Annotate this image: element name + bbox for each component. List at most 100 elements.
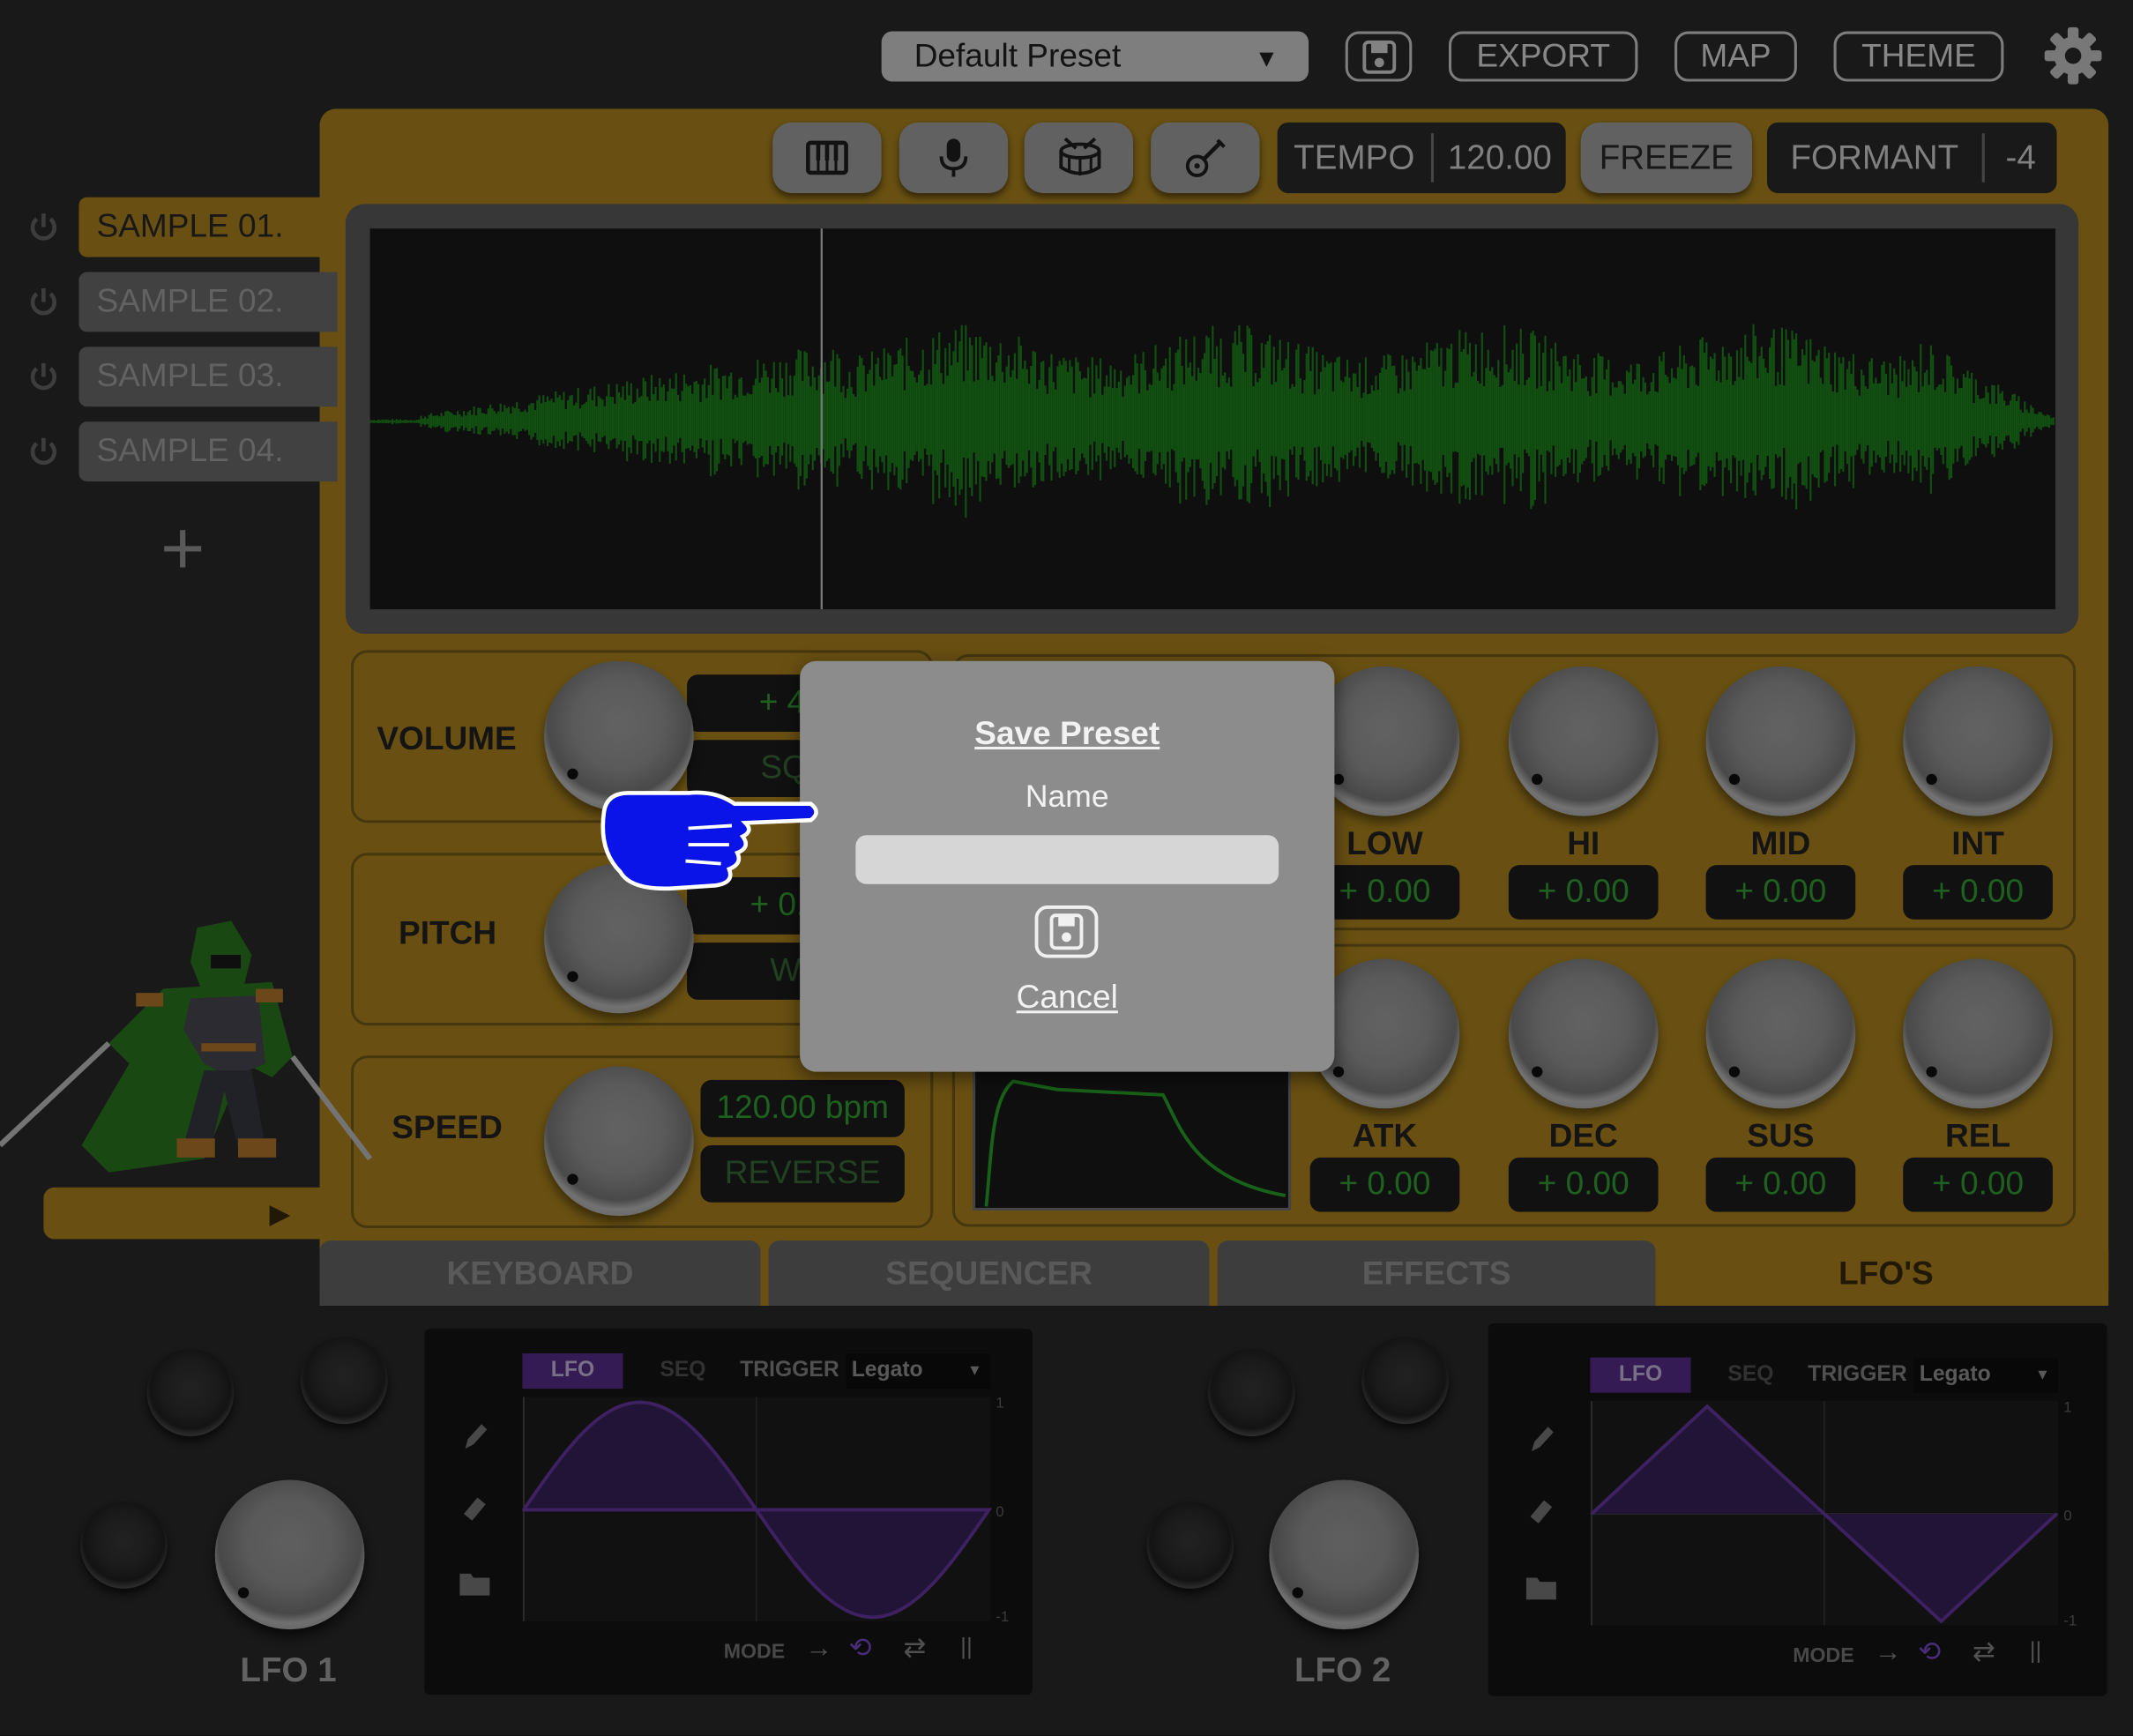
lfo2-mode-label: MODE (1793, 1644, 1854, 1668)
eraser-icon[interactable] (459, 1489, 489, 1524)
env-rel-knob[interactable] (1903, 958, 2053, 1109)
sample-slot[interactable]: SAMPLE 02. (78, 272, 338, 332)
sample-slot[interactable]: SAMPLE 04. (78, 421, 338, 482)
lfo2-axis-bottom: -1 (2063, 1613, 2077, 1629)
power-icon[interactable] (26, 359, 61, 394)
speed-label: SPEED (392, 1109, 503, 1147)
env-dec-knob[interactable] (1508, 958, 1659, 1109)
env-rel-value[interactable]: + 0.00 (1903, 1157, 2053, 1212)
lfo2-tab-lfo[interactable]: LFO (1590, 1357, 1691, 1393)
eq-mid-value[interactable]: + 0.00 (1705, 865, 1856, 920)
lfo1-depth-knob[interactable] (300, 1337, 388, 1425)
add-sample-button[interactable]: + (160, 510, 205, 586)
vocal-mode-button[interactable] (899, 122, 1009, 194)
lfo1-graph[interactable]: 1 0 -1 (522, 1397, 1025, 1628)
preset-name-input[interactable] (855, 835, 1279, 884)
lfo1-panel: LFO SEQ TRIGGER Legato ▼ 1 0 -1 MODE → ⟲… (424, 1329, 1033, 1695)
lfo2-tab-seq[interactable]: SEQ (1710, 1358, 1792, 1393)
loop-mode-icon[interactable]: ⟲ (1918, 1635, 1941, 1669)
guitar-mode-button[interactable] (1151, 122, 1260, 194)
lfo1-phase-knob[interactable] (80, 1501, 168, 1589)
env-rel-label: REL (1945, 1118, 2011, 1155)
dialog-title: Save Preset (974, 715, 1160, 753)
save-button[interactable] (1345, 31, 1413, 82)
cancel-button[interactable]: Cancel (800, 980, 1334, 1017)
oneshot-mode-icon[interactable]: → (1875, 1637, 1902, 1668)
lfo2-rate-knob[interactable] (1207, 1349, 1295, 1437)
lfo2-axis-top: 1 (2063, 1401, 2071, 1415)
volume-label: VOLUME (377, 720, 517, 758)
piano-mode-button[interactable] (772, 122, 882, 194)
power-icon[interactable] (26, 434, 61, 469)
chevron-down-icon: ▼ (2035, 1367, 2050, 1383)
tempo-label: TEMPO (1294, 138, 1415, 177)
eq-hi-knob[interactable] (1508, 666, 1659, 816)
gear-icon[interactable] (2042, 25, 2105, 87)
oneshot-mode-icon[interactable]: → (805, 1634, 832, 1665)
preset-name: Default Preset (914, 38, 1122, 75)
save-preset-button[interactable] (1033, 905, 1099, 959)
env-atk-value[interactable]: + 0.00 (1309, 1157, 1460, 1212)
env-sus-knob[interactable] (1705, 958, 1856, 1109)
map-button[interactable]: MAP (1674, 31, 1797, 82)
lfo1-amount-knob[interactable] (214, 1479, 365, 1630)
env-dec-value[interactable]: + 0.00 (1508, 1157, 1659, 1212)
eq-mid-knob[interactable] (1705, 666, 1856, 816)
speed-knob[interactable] (544, 1066, 694, 1217)
pingpong-mode-icon[interactable]: ⇄ (903, 1631, 926, 1665)
lfo1-title: LFO 1 (240, 1650, 337, 1690)
waveform-path (369, 324, 2055, 518)
preset-dropdown[interactable]: Default Preset ▼ (881, 31, 1309, 82)
eq-hi-value[interactable]: + 0.00 (1508, 865, 1659, 920)
lfo2-trigger-select[interactable]: Legato ▼ (1913, 1357, 2059, 1393)
play-icon[interactable]: ▶ (269, 1197, 290, 1232)
lfo2-trigger-label: TRIGGER (1808, 1362, 1907, 1387)
lfo1-trigger-select[interactable]: Legato ▼ (846, 1352, 991, 1390)
drum-mode-button[interactable] (1024, 122, 1134, 194)
eraser-icon[interactable] (1526, 1492, 1556, 1527)
freeze-button[interactable]: FREEZE (1580, 122, 1752, 194)
waveform-display[interactable] (369, 228, 2056, 610)
eq-hi-label: HI (1567, 825, 1600, 863)
envelope-curve (984, 1079, 1287, 1207)
tempo-box[interactable]: TEMPO 120.00 (1277, 122, 1566, 194)
lfo2-graph[interactable]: 1 0 -1 (1590, 1400, 2100, 1632)
lfo1-axis-mid: 0 (996, 1503, 1003, 1520)
sample-slot[interactable]: SAMPLE 03. (78, 346, 338, 407)
tab-sequencer[interactable]: SEQUENCER (768, 1240, 1210, 1306)
name-label: Name (1025, 778, 1109, 814)
lfo1-rate-knob[interactable] (146, 1349, 235, 1437)
speed-value[interactable]: 120.00 bpm (700, 1079, 905, 1137)
power-icon[interactable] (26, 284, 61, 319)
lfo1-mode-label: MODE (723, 1640, 786, 1664)
folder-icon[interactable] (457, 1568, 492, 1598)
export-button[interactable]: EXPORT (1448, 31, 1638, 82)
pencil-icon[interactable] (459, 1419, 489, 1454)
folder-icon[interactable] (1524, 1572, 1559, 1602)
lfo2-phase-knob[interactable] (1146, 1501, 1234, 1589)
pause-icon[interactable]: || (960, 1634, 973, 1661)
pencil-icon[interactable] (1526, 1421, 1556, 1457)
power-icon[interactable] (26, 210, 61, 245)
sample-slot[interactable]: SAMPLE 01. (78, 197, 338, 257)
tab-lfos[interactable]: LFO'S (1663, 1240, 2109, 1306)
reverse-button[interactable]: REVERSE (700, 1144, 905, 1203)
lfo2-amount-knob[interactable] (1269, 1479, 1420, 1630)
lfo1-trigger-label: TRIGGER (740, 1359, 839, 1382)
lfo1-tab-lfo[interactable]: LFO (522, 1352, 623, 1390)
eq-int-value[interactable]: + 0.00 (1903, 865, 2053, 920)
tab-keyboard[interactable]: KEYBOARD (319, 1240, 761, 1306)
floppy-disk-icon (1361, 40, 1396, 74)
pause-icon[interactable]: || (2030, 1637, 2042, 1665)
ninja-character-image (0, 920, 373, 1173)
loop-mode-icon[interactable]: ⟲ (849, 1631, 872, 1665)
formant-box[interactable]: FORMANT -4 (1766, 122, 2057, 194)
lfo2-depth-knob[interactable] (1361, 1337, 1449, 1425)
tab-effects[interactable]: EFFECTS (1217, 1240, 1656, 1306)
pingpong-mode-icon[interactable]: ⇄ (1973, 1635, 1995, 1669)
env-sus-value[interactable]: + 0.00 (1705, 1157, 1856, 1212)
theme-button[interactable]: THEME (1833, 31, 2004, 82)
lfo1-tab-seq[interactable]: SEQ (642, 1353, 724, 1389)
microphone-icon (939, 138, 968, 177)
eq-int-knob[interactable] (1903, 666, 2053, 816)
